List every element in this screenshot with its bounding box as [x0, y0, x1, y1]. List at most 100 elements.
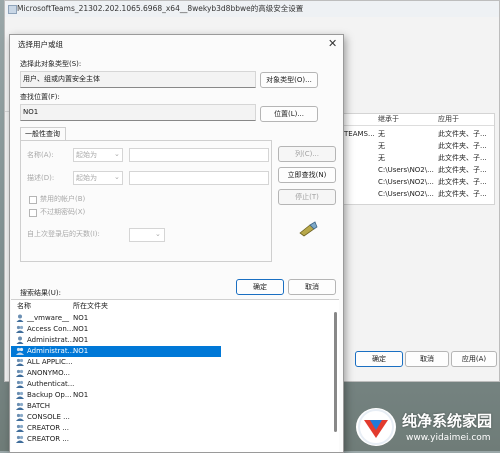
- chevron-down-icon: ⌄: [155, 230, 161, 238]
- group-icon: [16, 424, 24, 432]
- result-name: Access Con...: [27, 325, 74, 333]
- table-cell: 此文件夹、子...: [438, 178, 487, 186]
- group-icon: [16, 358, 24, 366]
- permission-entries-table[interactable]: 继承于 应用于 TEAMS... 无 此文件夹、子... 无 此文件夹、子...…: [343, 113, 495, 205]
- table-cell: 此文件夹、子...: [438, 154, 487, 162]
- description-mode-select[interactable]: 起始为 ⌄: [73, 171, 123, 185]
- object-types-button[interactable]: 对象类型(O)...: [260, 72, 318, 88]
- non-expiring-password-label: 不过期密码(X): [40, 208, 86, 216]
- table-cell: 此文件夹、子...: [438, 142, 487, 150]
- table-cell: 无: [378, 130, 385, 138]
- result-name: CREATOR ...: [27, 424, 69, 432]
- list-item[interactable]: Backup Op... NO1: [11, 390, 221, 401]
- truncated-principal-fragment: TEAMS...: [344, 130, 375, 138]
- list-item[interactable]: CREATOR ...: [11, 434, 221, 445]
- background-ok-button[interactable]: 确定: [355, 351, 403, 367]
- column-header-name[interactable]: 名称: [17, 303, 31, 310]
- result-name: Backup Op...: [27, 391, 72, 399]
- background-title-bar[interactable]: MicrosoftTeams_21302.202.1065.6968_x64__…: [5, 1, 499, 17]
- result-name: CREATOR ...: [27, 435, 69, 443]
- result-name: CONSOLE ...: [27, 413, 70, 421]
- search-flashlight-icon: [298, 221, 318, 237]
- location-value: NO1: [23, 108, 39, 116]
- ok-button[interactable]: 确定: [236, 279, 284, 295]
- search-results-label: 搜索结果(U):: [20, 289, 61, 297]
- description-mode-value: 起始为: [76, 174, 97, 182]
- list-item[interactable]: CREATOR ...: [11, 423, 221, 434]
- description-label: 描述(D):: [27, 174, 55, 182]
- group-icon: [16, 369, 24, 377]
- name-label: 名称(A):: [27, 151, 54, 159]
- result-name: BATCH: [27, 402, 51, 410]
- table-cell: 此文件夹、子...: [438, 190, 487, 198]
- days-since-logon-label: 自上次登录后的天数(I):: [27, 230, 100, 238]
- result-name: __vmware__: [27, 314, 70, 322]
- disabled-accounts-label: 禁用的帐户(B): [40, 195, 86, 203]
- name-mode-value: 起始为: [76, 151, 97, 159]
- list-item[interactable]: ANONYMO...: [11, 368, 221, 379]
- table-cell: C:\Users\NO2\...: [378, 166, 434, 174]
- tab-general-queries[interactable]: 一般性查询: [20, 127, 66, 141]
- name-input[interactable]: [129, 148, 269, 162]
- table-cell: 无: [378, 154, 385, 162]
- group-icon: [16, 391, 24, 399]
- column-header-inherited-from[interactable]: 继承于: [378, 116, 399, 123]
- table-cell: C:\Users\NO2\...: [378, 190, 434, 198]
- chevron-down-icon: ⌄: [114, 173, 120, 181]
- table-cell: 此文件夹、子...: [438, 130, 487, 138]
- name-mode-select[interactable]: 起始为 ⌄: [73, 148, 123, 162]
- disabled-accounts-checkbox[interactable]: [29, 196, 37, 204]
- list-item[interactable]: Administrat... NO1: [11, 335, 221, 346]
- result-folder: NO1: [73, 325, 89, 333]
- list-item[interactable]: Access Con... NO1: [11, 324, 221, 335]
- group-icon: [16, 402, 24, 410]
- days-since-logon-select[interactable]: ⌄: [129, 228, 165, 242]
- list-item[interactable]: CONSOLE ...: [11, 412, 221, 423]
- close-icon[interactable]: ✕: [328, 38, 337, 49]
- result-folder: NO1: [73, 314, 89, 322]
- column-header-folder[interactable]: 所在文件夹: [73, 303, 108, 310]
- chevron-down-icon: ⌄: [114, 150, 120, 158]
- background-window-title: MicrosoftTeams_21302.202.1065.6968_x64__…: [17, 4, 304, 13]
- user-icon: [16, 314, 24, 322]
- locations-button[interactable]: 位置(L)...: [260, 106, 318, 122]
- stop-button[interactable]: 停止(T): [278, 189, 336, 205]
- list-item[interactable]: __vmware__ NO1: [11, 313, 221, 324]
- columns-button[interactable]: 列(C)...: [278, 146, 336, 162]
- object-type-field: 用户、组或内置安全主体: [20, 71, 256, 88]
- result-name: ANONYMO...: [27, 369, 70, 377]
- window-app-icon: [8, 5, 17, 14]
- table-cell: 此文件夹、子...: [438, 166, 487, 174]
- result-name: Authenticat...: [27, 380, 75, 388]
- group-icon: [16, 413, 24, 421]
- watermark-logo: [356, 408, 396, 446]
- location-field: NO1: [20, 104, 256, 121]
- cancel-button[interactable]: 取消: [288, 279, 336, 295]
- dialog-title: 选择用户或组: [18, 40, 63, 49]
- column-header-applies-to[interactable]: 应用于: [438, 116, 459, 123]
- watermark-url: www.yidaimei.com: [406, 433, 491, 443]
- location-label: 查找位置(F):: [20, 93, 60, 101]
- group-icon: [16, 325, 24, 333]
- result-folder: NO1: [73, 347, 89, 355]
- general-queries-panel: 名称(A): 起始为 ⌄ 描述(D): 起始为 ⌄ 禁用的帐户(B) 不过期密码…: [20, 140, 272, 262]
- object-type-label: 选择此对象类型(S):: [20, 60, 82, 68]
- tab-label: 一般性查询: [25, 130, 60, 138]
- non-expiring-password-checkbox[interactable]: [29, 209, 37, 217]
- description-input[interactable]: [129, 171, 269, 185]
- background-apply-button[interactable]: 应用(A): [451, 351, 497, 367]
- result-name: Administrat...: [27, 336, 75, 344]
- vertical-scrollbar[interactable]: [334, 312, 337, 432]
- find-now-button[interactable]: 立即查找(N): [278, 167, 336, 183]
- table-cell: 无: [378, 142, 385, 150]
- result-folder: NO1: [73, 391, 89, 399]
- list-item[interactable]: BATCH: [11, 401, 221, 412]
- user-icon: [16, 336, 24, 344]
- list-item-selected[interactable]: Administrat... NO1: [11, 346, 221, 357]
- result-name: ALL APPLIC...: [27, 358, 73, 366]
- result-folder: NO1: [73, 336, 89, 344]
- background-cancel-button[interactable]: 取消: [405, 351, 449, 367]
- list-item[interactable]: ALL APPLIC...: [11, 357, 221, 368]
- search-results-list[interactable]: 名称 所在文件夹 __vmware__ NO1 Access Con... NO…: [11, 299, 339, 452]
- list-item[interactable]: Authenticat...: [11, 379, 221, 390]
